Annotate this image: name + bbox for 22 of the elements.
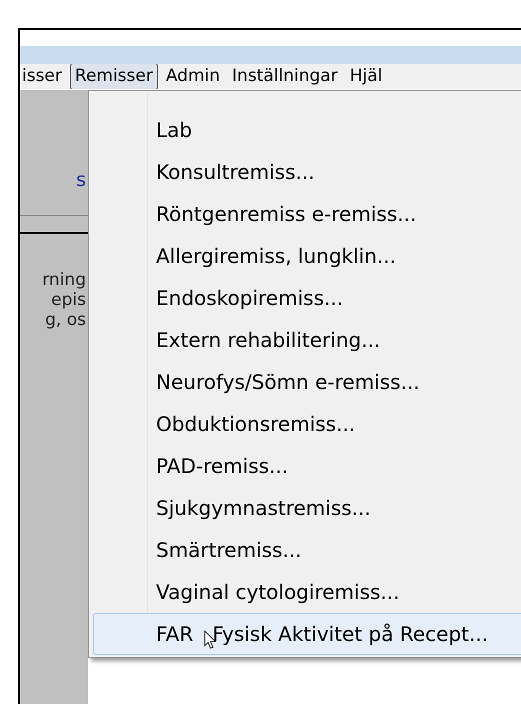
dropdown-item[interactable]: Extern rehabilitering...: [93, 319, 521, 361]
menu-item[interactable]: Hjäl: [346, 64, 386, 89]
dropdown-item[interactable]: Vaginal cytologiremiss...: [93, 571, 521, 613]
link[interactable]: s: [76, 166, 86, 194]
menu-item[interactable]: Admin: [162, 64, 224, 89]
dropdown-item[interactable]: Sjukgymnastremiss...: [93, 487, 521, 529]
dropdown-item[interactable]: Allergiremiss, lungklin...: [93, 235, 521, 277]
dropdown-item[interactable]: Röntgenremiss e-remiss...: [93, 193, 521, 235]
dropdown-item[interactable]: FAR Fysisk Aktivitet på Recept...: [93, 613, 521, 655]
text-line: epis: [51, 290, 86, 310]
text-line: g, os: [45, 310, 86, 330]
menu-item[interactable]: Inställningar: [228, 64, 342, 89]
menu-item[interactable]: isser: [20, 64, 66, 89]
dropdown-item[interactable]: Smärtremiss...: [93, 529, 521, 571]
dropdown-item[interactable]: Lab: [93, 109, 521, 151]
dropdown-item[interactable]: Endoskopiremiss...: [93, 277, 521, 319]
text-line: rning: [42, 270, 86, 290]
dropdown-item[interactable]: Konsultremiss...: [93, 151, 521, 193]
dropdown-item[interactable]: Neurofys/Sömn e-remiss...: [93, 361, 521, 403]
dropdown-item[interactable]: PAD-remiss...: [93, 445, 521, 487]
menu-item[interactable]: Remisser: [70, 64, 158, 89]
dropdown-item[interactable]: Obduktionsremiss...: [93, 403, 521, 445]
